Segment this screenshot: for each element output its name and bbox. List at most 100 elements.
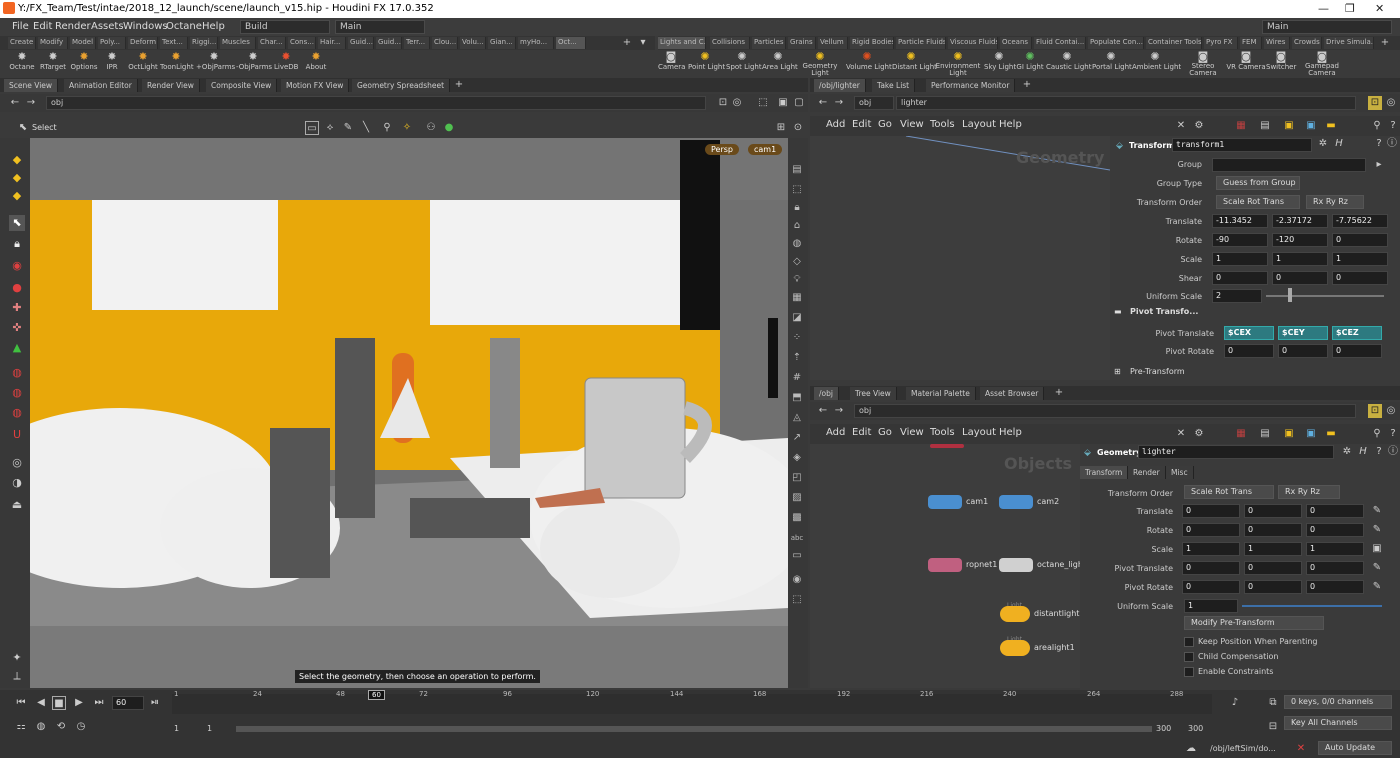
- modify-pre-transform-dropdown[interactable]: Modify Pre-Transform: [1184, 616, 1324, 630]
- spot-light-tool[interactable]: ✺ Spot Light: [726, 50, 762, 78]
- network-menu-add[interactable]: Add: [826, 119, 845, 130]
- label-icon[interactable]: abc: [789, 530, 805, 546]
- realtime-icon[interactable]: ⚏: [14, 720, 28, 734]
- stereo-camera-tool[interactable]: ◙ Stereo Camera: [1186, 50, 1220, 78]
- stop-icon[interactable]: ■: [52, 696, 66, 710]
- pivot-rotate-z-field[interactable]: 0: [1306, 580, 1364, 594]
- close-button[interactable]: ✕: [1375, 2, 1384, 15]
- gi-light-tool[interactable]: ✺ GI Light: [1016, 50, 1044, 78]
- uniform-scale-slider-handle[interactable]: [1288, 288, 1292, 302]
- network-menu-go[interactable]: Go: [878, 427, 892, 438]
- persp-dropdown[interactable]: Persp: [705, 144, 739, 155]
- tab-take-list[interactable]: Take List: [872, 79, 916, 92]
- scale-handle-icon[interactable]: ▣: [1370, 542, 1384, 556]
- shelf-tab[interactable]: Fluid Contai...: [1034, 37, 1086, 49]
- shelf-tab[interactable]: Oceans: [1000, 37, 1032, 49]
- shelf-tab[interactable]: Volu...: [460, 37, 486, 49]
- shelf-tab[interactable]: Pyro FX: [1204, 37, 1238, 49]
- pointer-icon[interactable]: ⬉: [16, 121, 30, 135]
- point-light-tool[interactable]: ✺ Point Light: [688, 50, 725, 78]
- pivot-translate-z-field[interactable]: 0: [1306, 561, 1364, 575]
- menu-edit[interactable]: Edit: [33, 21, 52, 32]
- light-toggle-icon[interactable]: 💡︎: [789, 272, 805, 288]
- shelf-tab[interactable]: Deform: [128, 37, 158, 49]
- rotate-z-field[interactable]: 0: [1306, 523, 1364, 537]
- ids-icon[interactable]: #: [789, 370, 805, 386]
- pivot-section-label[interactable]: Pivot Transfo...: [1130, 307, 1198, 316]
- parm-tab-transform[interactable]: Transform: [1080, 466, 1129, 479]
- tab-material-palette[interactable]: Material Palette: [906, 387, 976, 400]
- network-menu-edit[interactable]: Edit: [852, 119, 871, 130]
- tab-animation-editor[interactable]: Animation Editor: [64, 79, 138, 92]
- gear-icon[interactable]: ✲: [1316, 137, 1330, 151]
- shelf-tab[interactable]: Drive Simula...: [1324, 37, 1374, 49]
- tab-tree-view[interactable]: Tree View: [850, 387, 897, 400]
- scale-x-field[interactable]: 1: [1182, 542, 1240, 556]
- camera-dropdown[interactable]: cam1: [748, 144, 783, 155]
- info-icon[interactable]: ⓘ: [1386, 445, 1400, 459]
- wrench-icon[interactable]: ⚙: [1192, 427, 1206, 441]
- sky-light-tool[interactable]: ✺ Sky Light: [984, 50, 1016, 78]
- pivot-translate-y-field[interactable]: 0: [1244, 561, 1302, 575]
- status-close-icon[interactable]: ✕: [1294, 742, 1308, 756]
- help-icon[interactable]: ?: [1386, 119, 1400, 133]
- points-icon[interactable]: ⁘: [789, 330, 805, 346]
- paint-select-icon[interactable]: ✎: [341, 121, 355, 135]
- path-lighter[interactable]: lighter: [896, 96, 1356, 110]
- magnet-icon[interactable]: U: [9, 427, 25, 443]
- pivot-rotate-handle-icon[interactable]: ✎: [1370, 580, 1384, 594]
- curve-snap-icon[interactable]: ◍: [9, 405, 25, 421]
- child-compensation-checkbox[interactable]: [1184, 652, 1194, 662]
- render-region-icon[interactable]: ⬚: [789, 592, 805, 608]
- menu-assets[interactable]: Assets: [91, 21, 124, 32]
- link-icon[interactable]: ◎: [730, 96, 744, 110]
- network-menu-tools[interactable]: Tools: [930, 119, 955, 130]
- switcher-tool[interactable]: ◙ Switcher: [1266, 50, 1296, 78]
- shelf-menu-icon[interactable]: ▾: [636, 36, 650, 50]
- tools-icon[interactable]: ✕: [1174, 427, 1188, 441]
- shape-icon[interactable]: ▣: [1304, 119, 1318, 133]
- range-start-field[interactable]: 1: [207, 724, 212, 733]
- network-menu-add[interactable]: Add: [826, 427, 845, 438]
- ambient-light-tool[interactable]: ✺ Ambient Light: [1132, 50, 1181, 78]
- camera-tool-icon[interactable]: ◎: [9, 455, 25, 471]
- uniform-scale-slider[interactable]: [1242, 605, 1382, 607]
- step-back-icon[interactable]: ◀: [34, 696, 48, 710]
- vr-camera-tool[interactable]: ◙ VR Camera: [1226, 50, 1266, 78]
- play-icon[interactable]: ▶: [72, 696, 86, 710]
- top-right-network[interactable]: Geometry: [810, 136, 1110, 380]
- network-menu-layout[interactable]: Layout: [962, 119, 996, 130]
- wireframe-icon[interactable]: ◇: [789, 254, 805, 270]
- shading-icon[interactable]: ◍: [789, 236, 805, 252]
- scale-y-field[interactable]: 1: [1272, 252, 1328, 266]
- shelf-tab[interactable]: Rigid Bodies: [850, 37, 894, 49]
- node-cam1[interactable]: [928, 495, 962, 509]
- network-menu-edit[interactable]: Edit: [852, 427, 871, 438]
- network-menu-tools[interactable]: Tools: [930, 427, 955, 438]
- key-all-channels-dropdown[interactable]: Key All Channels: [1284, 716, 1392, 730]
- shelf-tab[interactable]: Model: [70, 37, 96, 49]
- help-icon[interactable]: ?: [1372, 137, 1386, 151]
- vp-options-icon[interactable]: ⊙: [791, 121, 805, 135]
- tab-geometry-spreadsheet[interactable]: Geometry Spreadsheet: [352, 79, 451, 92]
- network-menu-view[interactable]: View: [900, 119, 924, 130]
- clock-icon[interactable]: ◷: [74, 720, 88, 734]
- guides-icon[interactable]: ▨: [789, 490, 805, 506]
- scale-z-field[interactable]: 1: [1306, 542, 1364, 556]
- translate-y-field[interactable]: 0: [1244, 504, 1302, 518]
- maximize-button[interactable]: ❐: [1345, 2, 1355, 15]
- pivot-rotate-z-field[interactable]: 0: [1332, 344, 1382, 358]
- environment-light-tool[interactable]: ✺ Environment Light: [934, 50, 982, 78]
- rotate-x-field[interactable]: -90: [1212, 233, 1268, 247]
- expand-icon[interactable]: ⊞: [1114, 367, 1121, 376]
- translate-x-field[interactable]: 0: [1182, 504, 1240, 518]
- shelf-tab[interactable]: Crowds: [1292, 37, 1322, 49]
- rotate-tool-icon[interactable]: ◆: [9, 188, 25, 204]
- shelf-tab[interactable]: Hair...: [318, 37, 346, 49]
- network-menu-help[interactable]: Help: [999, 119, 1022, 130]
- frame-step-icon[interactable]: ⏯: [148, 696, 162, 710]
- normals-icon[interactable]: ⇡: [789, 350, 805, 366]
- shelf-tab[interactable]: Muscles: [220, 37, 256, 49]
- rotate-y-field[interactable]: 0: [1244, 523, 1302, 537]
- translate-handle-icon[interactable]: ✎: [1370, 504, 1384, 518]
